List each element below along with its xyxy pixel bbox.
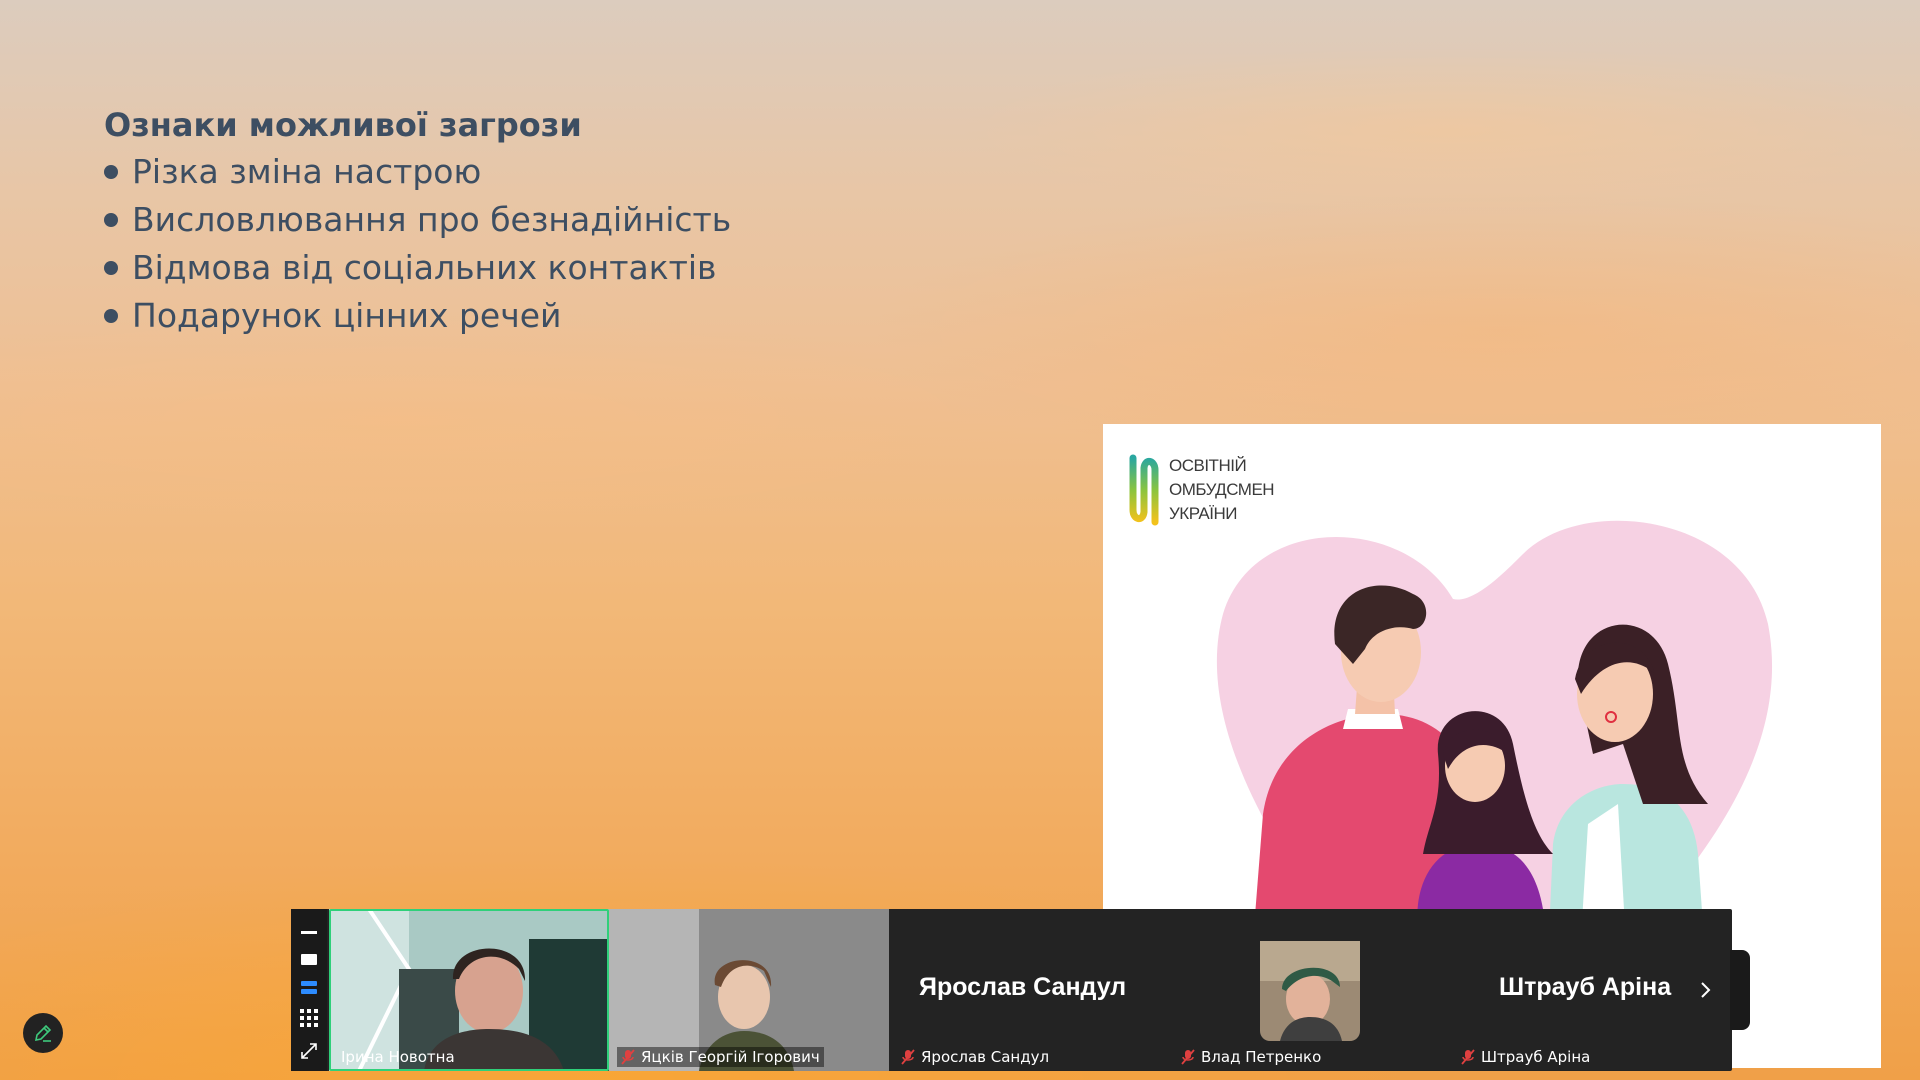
bullet-list: Різка зміна настрою Висловлювання про бе… xyxy=(104,148,731,340)
gallery-view-icon[interactable] xyxy=(299,1008,319,1028)
mic-off-icon xyxy=(1181,1049,1195,1065)
participant-tile-shtraub[interactable]: Штрауб Аріна Штрауб Аріна xyxy=(1449,909,1701,1071)
strip-scroll-handle[interactable] xyxy=(1730,950,1750,1030)
logo-line: ОМБУДСМЕН xyxy=(1169,480,1275,499)
bullet-item: Подарунок цінних речей xyxy=(104,292,731,340)
participant-name: Влад Петренко xyxy=(1201,1048,1322,1066)
avatar xyxy=(1260,941,1360,1041)
strip-view-icon[interactable] xyxy=(299,978,319,998)
participant-name-label: Штрауб Аріна xyxy=(1457,1047,1594,1067)
bullet-text: Відмова від соціальних контактів xyxy=(132,248,717,287)
bullet-dot xyxy=(104,213,118,227)
bullet-item: Різка зміна настрою xyxy=(104,148,731,196)
annotate-button[interactable] xyxy=(23,1013,63,1053)
ombudsman-logo: ОСВІТНІЙ ОМБУДСМЕН УКРАЇНИ xyxy=(1127,454,1275,526)
bullet-item: Висловлювання про безнадійність xyxy=(104,196,731,244)
bullet-text: Подарунок цінних речей xyxy=(132,296,562,335)
pencil-icon xyxy=(34,1024,52,1042)
speaker-view-icon[interactable] xyxy=(299,950,319,970)
participant-tile-yaroslav[interactable]: Ярослав Сандул Ярослав Сандул xyxy=(889,909,1169,1071)
mic-off-icon xyxy=(1461,1049,1475,1065)
participant-name: Ярослав Сандул xyxy=(921,1048,1050,1066)
shared-screen: Ознаки можливої загрози Різка зміна наст… xyxy=(0,0,1920,1080)
logo-text: ОСВІТНІЙ ОМБУДСМЕН УКРАЇНИ xyxy=(1169,454,1275,526)
slide-title: Ознаки можливої загрози xyxy=(104,106,582,144)
bullet-dot xyxy=(104,165,118,179)
bullet-dot xyxy=(104,261,118,275)
participant-big-name: Штрауб Аріна xyxy=(1499,973,1672,1001)
logo-line: УКРАЇНИ xyxy=(1169,504,1237,523)
participant-name-label: Ярослав Сандул xyxy=(897,1047,1053,1067)
mic-off-icon xyxy=(621,1049,635,1065)
participants-strip: Ірина Новотна Яцків Георгій Ігорович Яро… xyxy=(291,909,1732,1071)
expand-icon[interactable] xyxy=(299,1041,319,1061)
bullet-text: Висловлювання про безнадійність xyxy=(132,200,732,239)
participant-name-label: Яцків Георгій Ігорович xyxy=(617,1047,824,1067)
participant-name: Яцків Георгій Ігорович xyxy=(641,1048,820,1066)
participant-name-label: Ірина Новотна xyxy=(337,1047,459,1067)
participant-name: Штрауб Аріна xyxy=(1481,1048,1591,1066)
bullet-text: Різка зміна настрою xyxy=(132,152,482,191)
participant-name: Ірина Новотна xyxy=(341,1048,455,1066)
bullet-item: Відмова від соціальних контактів xyxy=(104,244,731,292)
chevron-right-icon[interactable] xyxy=(1681,909,1731,1071)
participant-tile-iryna[interactable]: Ірина Новотна xyxy=(329,909,609,1071)
mic-off-icon xyxy=(901,1049,915,1065)
participant-tile-vlad[interactable]: Влад Петренко xyxy=(1169,909,1449,1071)
view-toolbar xyxy=(291,909,327,1071)
slide-text-block: Ознаки можливої загрози Різка зміна наст… xyxy=(104,102,731,340)
minimize-icon[interactable] xyxy=(299,923,319,943)
participant-big-name: Ярослав Сандул xyxy=(919,973,1127,1001)
participant-tile-yatskiv[interactable]: Яцків Георгій Ігорович xyxy=(609,909,889,1071)
participant-name-label: Влад Петренко xyxy=(1177,1047,1325,1067)
logo-line: ОСВІТНІЙ xyxy=(1169,456,1247,475)
ombudsman-logo-icon xyxy=(1129,454,1159,526)
bullet-dot xyxy=(104,309,118,323)
